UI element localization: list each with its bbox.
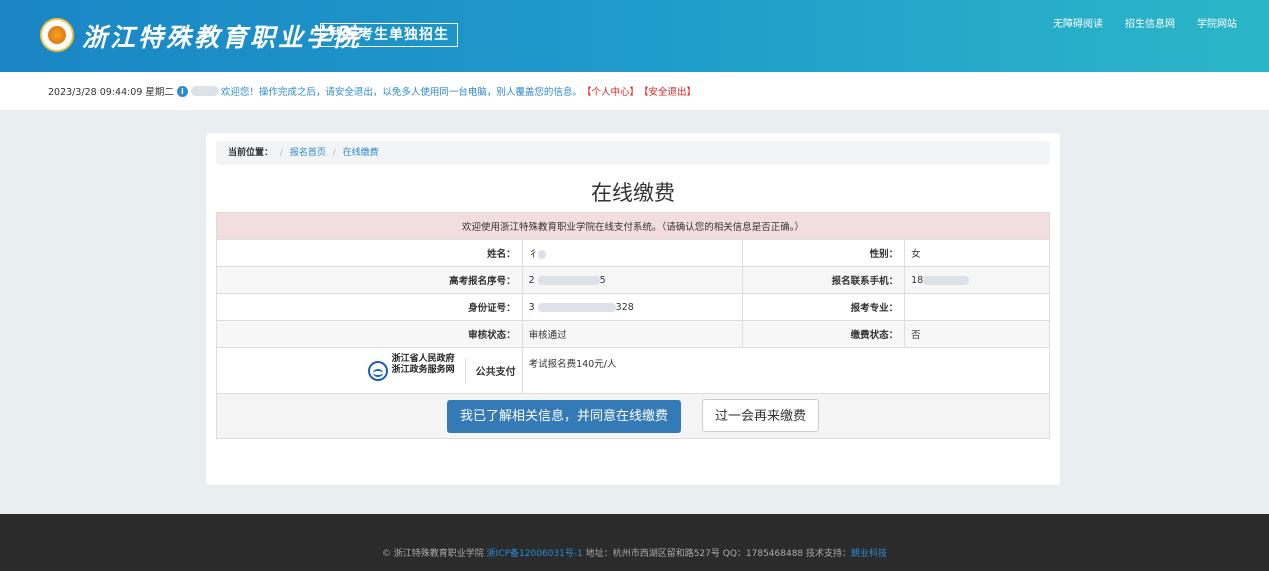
- masked-username: [190, 86, 219, 96]
- payment-method-row: 浙江省人民政府 浙江政务服务网 公共支付 考试报名费140元/人: [216, 347, 1051, 394]
- welcome-message: 欢迎您！操作完成之后，请安全退出，以免多人使用同一台电脑，别人覆盖您的信息。: [220, 87, 582, 98]
- fee-description: 考试报名费140元/人: [521, 347, 1051, 394]
- review-status-label: 审核状态：: [216, 320, 523, 348]
- major-label: 报考专业：: [742, 293, 906, 321]
- gender-label: 性别：: [742, 239, 906, 267]
- review-status-value: 审核通过: [521, 320, 744, 348]
- payment-info-table: 欢迎使用浙江特殊教育职业学院在线支付系统。（请确认您的相关信息是否正确。） 姓名…: [216, 212, 1051, 439]
- phone-label: 报名联系手机：: [742, 266, 906, 294]
- payment-method-cell[interactable]: 浙江省人民政府 浙江政务服务网 公共支付: [216, 347, 523, 394]
- id-number-value: 3 328: [521, 293, 744, 321]
- breadcrumb-separator: /: [332, 148, 336, 158]
- id-number-label: 身份证号：: [216, 293, 523, 321]
- college-website-link[interactable]: 学院网站: [1197, 15, 1237, 30]
- school-logo-icon[interactable]: [40, 18, 74, 52]
- payment-status-value: 否: [904, 320, 1050, 348]
- table-row: 高考报名序号： 2 5 报名联系手机： 18: [216, 266, 1050, 294]
- agree-pay-button[interactable]: 我已了解相关信息，并同意在线缴费: [446, 400, 681, 433]
- breadcrumb-label: 当前位置：: [228, 148, 274, 158]
- accessibility-link[interactable]: 无障碍阅读: [1053, 15, 1103, 30]
- notice-text: 欢迎使用浙江特殊教育职业学院在线支付系统。（请确认您的相关信息是否正确。）: [216, 212, 1050, 240]
- logout-link[interactable]: 【安全退出】: [639, 84, 696, 98]
- gov-name-1: 浙江省人民政府: [391, 354, 455, 364]
- top-links: 无障碍阅读 招生信息网 学院网站: [1053, 15, 1237, 30]
- zhejiang-gov-logo-icon: [367, 360, 388, 381]
- pay-later-button[interactable]: 过一会再来缴费: [702, 399, 820, 432]
- breadcrumb-current: 在线缴费: [342, 148, 379, 158]
- exam-number-label: 高考报名序号：: [216, 266, 523, 294]
- user-info-bar: 2023/3/28 09:44:09 星期二 i 欢迎您！操作完成之后，请安全退…: [0, 72, 1269, 110]
- datetime: 2023/3/28 09:44:09 星期二: [48, 87, 174, 98]
- payment-card: 当前位置： / 报名首页 / 在线缴费 在线缴费 欢迎使用浙江特殊教育职业学院在…: [206, 133, 1060, 485]
- action-row: 我已了解相关信息，并同意在线缴费 过一会再来缴费: [216, 393, 1050, 439]
- payment-status-label: 缴费状态：: [742, 320, 906, 348]
- enrollment-badge: 残疾考生单独招生: [320, 23, 458, 47]
- exam-number-value: 2 5: [521, 266, 744, 294]
- address-text: 地址：杭州市西湖区留和路527号 QQ：1785468488 技术支持：: [582, 549, 852, 559]
- personal-center-link[interactable]: 【个人中心】: [582, 84, 639, 98]
- breadcrumb-home-link[interactable]: 报名首页: [290, 148, 326, 158]
- icp-link[interactable]: 浙ICP备12006031号-1: [487, 549, 583, 559]
- page-title: 在线缴费: [591, 181, 675, 205]
- site-footer: © 浙江特殊教育职业学院 浙ICP备12006031号-1 地址：杭州市西湖区留…: [0, 514, 1269, 571]
- admission-info-link[interactable]: 招生信息网: [1125, 15, 1175, 30]
- table-row: 身份证号： 3 328 报考专业：: [216, 293, 1050, 321]
- copyright-text: © 浙江特殊教育职业学院: [381, 549, 487, 559]
- name-label: 姓名：: [216, 239, 523, 267]
- site-header: 浙江特殊教育职业学院 残疾考生单独招生 无障碍阅读 招生信息网 学院网站: [0, 0, 1269, 72]
- breadcrumb-separator: /: [279, 148, 283, 158]
- notice-row: 欢迎使用浙江特殊教育职业学院在线支付系统。（请确认您的相关信息是否正确。）: [216, 212, 1050, 240]
- name-value: 彳: [521, 239, 744, 267]
- table-row: 审核状态： 审核通过 缴费状态： 否: [216, 320, 1050, 348]
- phone-value: 18: [904, 266, 1050, 294]
- tech-support-link[interactable]: 朗业科技: [851, 549, 887, 559]
- gender-value: 女: [904, 239, 1050, 267]
- table-row: 姓名： 彳 性别： 女: [216, 239, 1050, 267]
- public-payment-label: 公共支付: [475, 367, 516, 378]
- major-value: [904, 293, 1050, 321]
- gov-name-2: 浙江政务服务网: [391, 365, 455, 375]
- breadcrumb: 当前位置： / 报名首页 / 在线缴费: [216, 141, 1050, 165]
- info-icon: i: [176, 85, 188, 97]
